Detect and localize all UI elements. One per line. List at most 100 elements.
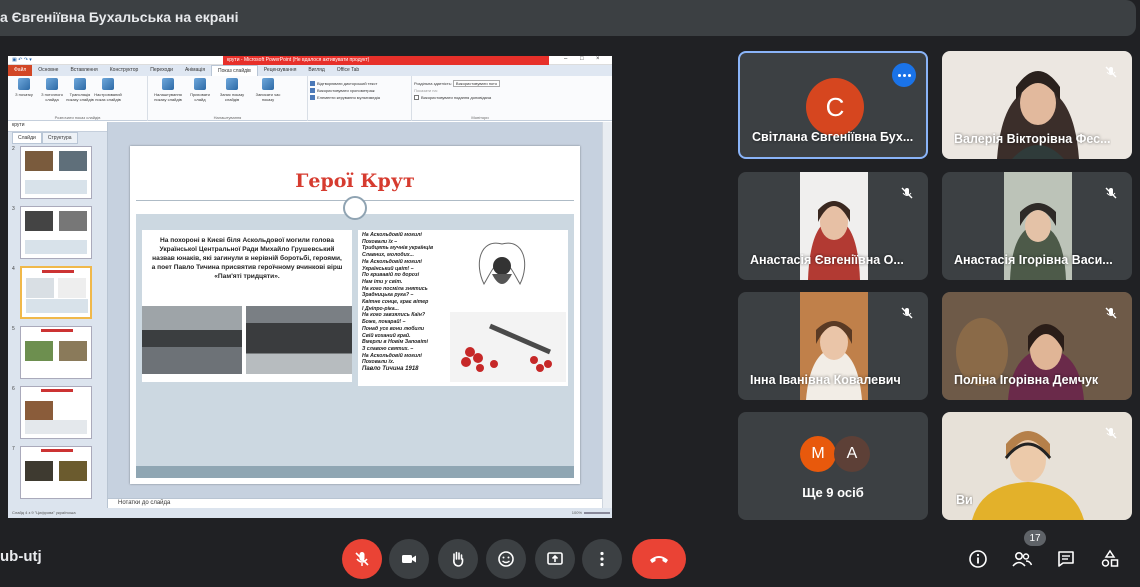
raise-hand-button[interactable] xyxy=(438,539,478,579)
mic-off-icon xyxy=(355,552,369,566)
record-show-button[interactable]: Запис показу слайдів xyxy=(214,78,250,102)
tab-animations[interactable]: Анімація xyxy=(179,65,211,76)
setup-show-label: Налаштування показу слайдів xyxy=(154,92,182,102)
ribbon-group-start-label: Розпочати показ слайдів xyxy=(54,115,101,120)
meet-window: а Євгеніївна Бухальська на екрані ▣ ↶ ↷ … xyxy=(0,0,1140,587)
broadcast-icon xyxy=(74,78,86,90)
close-icon[interactable]: × xyxy=(596,56,600,62)
zoom-slider[interactable] xyxy=(584,512,610,514)
slide-thumbnail[interactable]: 7 xyxy=(12,446,92,499)
broadcast-button[interactable]: Трансляція показу слайдів xyxy=(66,78,94,102)
people-icon xyxy=(1012,551,1033,567)
from-current-button[interactable]: З поточного слайда xyxy=(38,78,66,102)
slide-thumbnail[interactable]: 2 xyxy=(12,146,92,199)
reactions-button[interactable] xyxy=(486,539,526,579)
narration-checkbox[interactable]: Відтворювати дикторський текст xyxy=(310,80,377,87)
participant-tile[interactable]: Інна Іванівна Ковалевич xyxy=(738,292,928,400)
tab-file[interactable]: Файл xyxy=(8,65,33,76)
minimize-icon[interactable]: – xyxy=(564,56,567,62)
chat-button[interactable] xyxy=(1052,545,1080,573)
notes-pane[interactable]: Нотатки до слайда xyxy=(108,498,602,508)
slide-body: На похороні в Києві біля Аскольдової мог… xyxy=(136,214,574,466)
more-options-button[interactable] xyxy=(892,63,916,87)
historic-photo-2 xyxy=(246,306,352,374)
doc-tab[interactable]: крути xyxy=(8,122,107,132)
hide-slide-button[interactable]: Приховати слайд xyxy=(186,78,214,102)
mic-toggle-button[interactable] xyxy=(342,539,382,579)
timer-icon xyxy=(262,78,274,90)
activities-button[interactable] xyxy=(1096,545,1124,573)
participant-tile[interactable]: Анастасія Євгеніївна О... xyxy=(738,172,928,280)
participants-button[interactable] xyxy=(1008,545,1036,573)
ppt-titlebar: ▣ ↶ ↷ ▾ крути - Microsoft PowerPoint (Не… xyxy=(8,56,612,65)
vertical-scrollbar[interactable] xyxy=(602,122,612,508)
slideshow-start-icon xyxy=(18,78,30,90)
ribbon-group-monitors: Роздільна здатність: Використовувати пот… xyxy=(412,76,548,121)
hide-slide-label: Приховати слайд xyxy=(190,92,210,102)
hide-slide-icon xyxy=(194,78,206,90)
more-options-button[interactable] xyxy=(582,539,622,579)
participant-name: Анастасія Ігорівна Васи... xyxy=(954,253,1113,267)
presenting-banner: а Євгеніївна Бухальська на екрані xyxy=(0,0,1136,36)
others-tile[interactable]: M A Ще 9 осіб xyxy=(738,412,928,520)
self-tile[interactable]: Ви xyxy=(942,412,1132,520)
maximize-icon[interactable]: □ xyxy=(580,56,584,62)
ribbon-group-start: З початку З поточного слайда Трансляція … xyxy=(8,76,148,121)
meeting-details-button[interactable] xyxy=(964,545,992,573)
present-screen-button[interactable] xyxy=(535,539,575,579)
slide-footer-band xyxy=(136,466,574,478)
rehearse-timings-button[interactable]: Записати час показу xyxy=(250,78,286,102)
tab-design[interactable]: Конструктор xyxy=(104,65,145,76)
tab-slides[interactable]: Слайди xyxy=(12,132,42,144)
participant-tile[interactable]: Анастасія Ігорівна Васи... xyxy=(942,172,1132,280)
quick-access-icons: ▣ ↶ ↷ ▾ xyxy=(12,57,32,63)
tab-view[interactable]: Вигляд xyxy=(302,65,330,76)
hand-icon xyxy=(453,551,464,567)
media-controls-checkbox[interactable]: Елементи керування мультимедіа xyxy=(310,94,380,101)
thumbnail-image xyxy=(20,326,92,379)
record-show-label: Запис показу слайдів xyxy=(219,92,245,102)
slide-left-box: На похороні в Києві біля Аскольдової мог… xyxy=(142,230,352,382)
slide-thumbnail-selected[interactable]: 4 xyxy=(12,266,92,319)
slide-number: 6 xyxy=(12,386,15,392)
camera-toggle-button[interactable] xyxy=(389,539,429,579)
from-beginning-button[interactable]: З початку xyxy=(10,78,38,97)
angel-emblem-icon xyxy=(478,242,526,286)
tab-office-tab[interactable]: Office Tab xyxy=(331,65,365,76)
participant-tile[interactable]: Поліна Ігорівна Демчук xyxy=(942,292,1132,400)
custom-show-button[interactable]: Настроюваний показ слайдів xyxy=(94,78,122,102)
tab-home[interactable]: Основне xyxy=(32,65,64,76)
setup-show-button[interactable]: Налаштування показу слайдів xyxy=(150,78,186,102)
participant-name: Інна Іванівна Ковалевич xyxy=(750,373,901,387)
tab-slideshow[interactable]: Показ слайдів xyxy=(211,64,258,77)
avatar: M xyxy=(800,436,836,472)
checkbox-checked-icon xyxy=(310,81,315,86)
slide-thumbnail[interactable]: 5 xyxy=(12,326,92,379)
media-controls-label: Елементи керування мультимедіа xyxy=(317,95,380,100)
tab-review[interactable]: Рецензування xyxy=(258,65,303,76)
more-vert-icon xyxy=(600,551,604,567)
slide-thumbnail[interactable]: 3 xyxy=(12,206,92,259)
timings-label: Використовувати хронометраж xyxy=(317,88,375,93)
participant-name: Світлана Євгеніївна Бух... xyxy=(752,130,914,144)
mic-off-icon xyxy=(1100,422,1122,444)
participant-tile-presenter[interactable]: C Світлана Євгеніївна Бух... xyxy=(738,51,928,159)
status-text: Слайд 4 з 9 "Цифрова" українська xyxy=(12,510,76,515)
presenter-view-checkbox[interactable]: Використовувати подання доповідача xyxy=(414,94,491,101)
resolution-select[interactable]: Використовувати пото xyxy=(452,80,501,87)
tab-transitions[interactable]: Переходи xyxy=(144,65,179,76)
chat-icon xyxy=(1058,551,1074,567)
checkbox-checked-icon xyxy=(310,88,315,93)
historic-photo-1 xyxy=(142,306,242,374)
participant-name: Валерія Вікторівна Фес... xyxy=(954,132,1111,146)
leave-call-button[interactable] xyxy=(632,539,686,579)
participant-tile[interactable]: Валерія Вікторівна Фес... xyxy=(942,51,1132,159)
tab-outline[interactable]: Структура xyxy=(41,132,78,144)
thumbnail-image xyxy=(20,386,92,439)
from-current-label: З поточного слайда xyxy=(41,92,63,102)
slide-thumbnail[interactable]: 6 xyxy=(12,386,92,439)
tab-insert[interactable]: Вставлення xyxy=(64,65,103,76)
custom-show-label: Настроюваний показ слайдів xyxy=(94,92,122,102)
slide-number: 2 xyxy=(12,146,15,152)
timings-checkbox[interactable]: Використовувати хронометраж xyxy=(310,87,375,94)
